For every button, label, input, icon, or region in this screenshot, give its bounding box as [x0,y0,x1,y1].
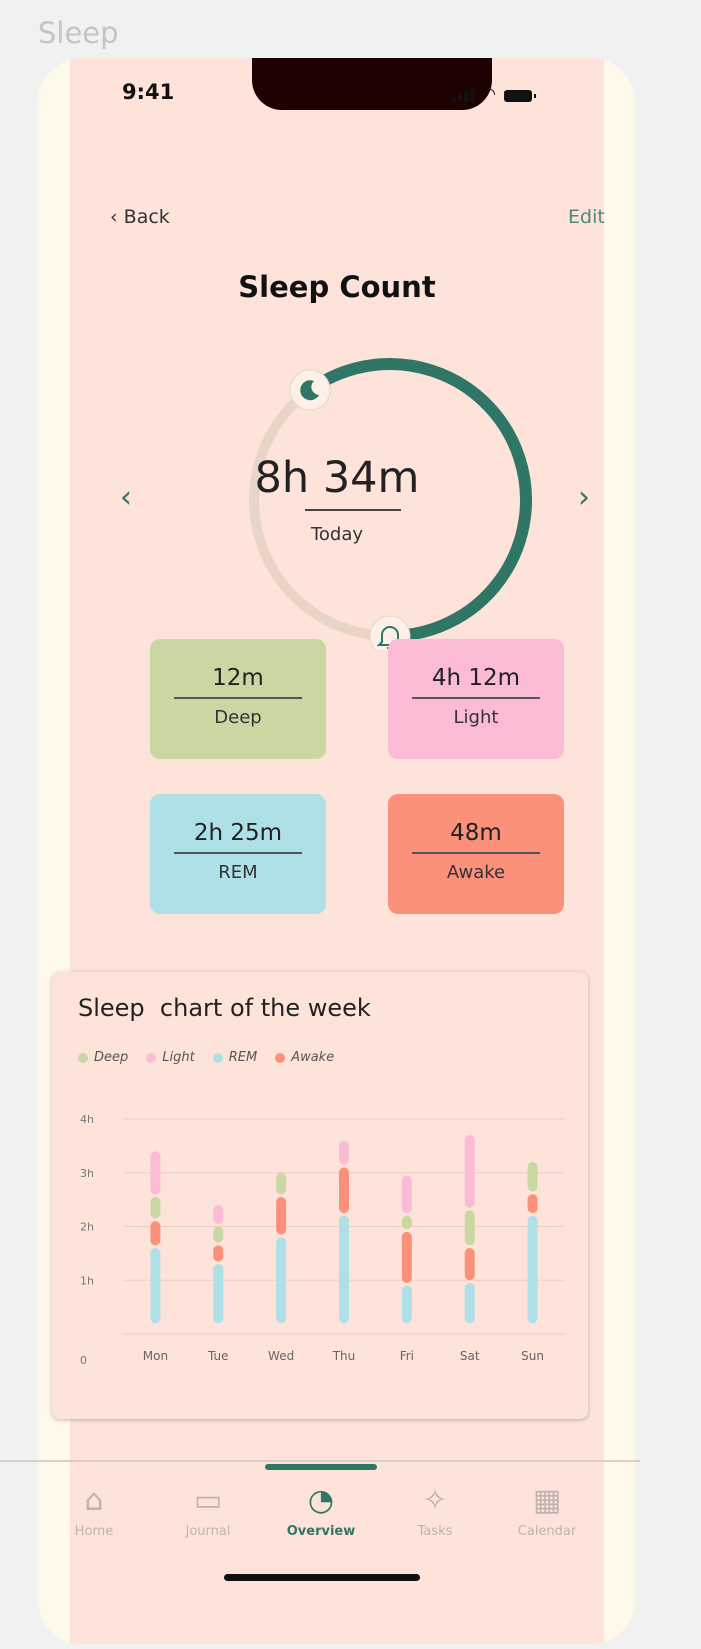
tab-bar-divider [0,1460,640,1462]
total-sleep-period: Today [310,524,364,545]
x-tick-label: Thu [332,1349,356,1363]
x-tick-label: Tue [207,1349,229,1363]
bar-segment-awake [150,1221,161,1246]
active-tab-indicator [265,1464,377,1470]
tab-journal[interactable]: ▭ Journal [158,1483,258,1540]
bar-segment-deep [464,1210,475,1246]
wifi-icon: ◠ [482,84,496,103]
y-tick-label: 1h [80,1274,94,1287]
status-icons: ◠ [452,84,536,103]
bar-segment-rem [464,1282,475,1324]
tab-calendar[interactable]: ▦ Calendar [497,1483,597,1540]
tab-label: Journal [185,1524,231,1539]
card-light-value: 4h 12m [431,665,521,691]
card-rem-label: REM [218,862,258,883]
card-rem-value: 2h 25m [193,820,283,846]
x-tick-label: Sat [460,1349,480,1363]
tab-label: Calendar [517,1524,577,1539]
card-light-label: Light [453,707,499,728]
y-tick-label: 3h [80,1167,94,1180]
bar-segment-deep [150,1196,161,1219]
card-divider [174,697,302,699]
bar-segment-light [150,1151,161,1195]
y-tick-label: 4h [80,1113,94,1126]
home-indicator [224,1574,420,1581]
bar-segment-awake [464,1248,475,1281]
bar-segment-rem [150,1248,161,1324]
x-tick-label: Wed [268,1349,294,1363]
bar-segment-awake [527,1194,538,1214]
weekly-sleep-chart: 0 1h 2h 3h 4h Mon Tue Wed Thu Fri Sat Sun [80,1113,564,1367]
bar-segment-deep [401,1215,412,1230]
back-button[interactable]: ‹ Back [110,206,170,228]
bar-segment-deep [213,1226,224,1243]
pie-chart-icon: ◔ [307,1483,335,1518]
card-awake[interactable]: 48m Awake [388,794,564,914]
journal-icon: ▭ [193,1483,223,1518]
card-awake-value: 48m [450,820,502,846]
card-divider [412,852,540,854]
edit-button[interactable]: Edit [568,206,605,228]
calendar-icon: ▦ [532,1483,562,1518]
y-tick-label: 0 [80,1354,87,1367]
total-sleep-value: 8h 34m [254,453,420,503]
total-sleep-divider [305,509,401,511]
back-label: Back [123,206,170,228]
tab-tasks[interactable]: ✧ Tasks [385,1483,485,1540]
tab-label: Tasks [417,1524,453,1539]
bar-segment-rem [527,1215,538,1324]
bar-segment-rem [401,1285,412,1324]
puzzle-icon: ✧ [422,1483,448,1518]
bar-segment-rem [339,1215,349,1324]
tab-label: Home [74,1524,114,1539]
bar-segment-rem [276,1237,287,1324]
tab-label: Overview [286,1524,356,1539]
card-deep[interactable]: 12m Deep [150,639,326,759]
x-tick-label: Fri [400,1349,414,1363]
battery-icon [504,90,536,102]
bar-segment-light [401,1175,412,1214]
weekly-chart-card: Sleep chart of the week Deep Light REM A… [52,972,588,1419]
x-tick-label: Sun [521,1349,544,1363]
bar-segment-awake [339,1167,349,1214]
bar-segment-light [213,1205,224,1224]
bar-segment-rem [213,1264,224,1324]
card-divider [174,852,302,854]
x-tick-label: Mon [143,1349,168,1363]
moon-icon[interactable] [289,369,331,411]
frame-label: Sleep [38,16,119,50]
bar-segment-awake [213,1245,224,1262]
bar-segment-awake [276,1196,287,1235]
tab-home[interactable]: ⌂ Home [44,1483,144,1540]
status-time: 9:41 [122,80,175,104]
y-tick-label: 2h [80,1221,94,1234]
page-title: Sleep Count [238,270,436,304]
bar-segment-light [339,1140,349,1165]
signal-icon [452,88,475,102]
card-awake-label: Awake [446,862,506,883]
bar-segment-light [464,1135,475,1208]
card-deep-label: Deep [214,707,262,728]
card-divider [412,697,540,699]
bar-segment-deep [276,1172,287,1195]
card-deep-value: 12m [212,665,264,691]
bar-segment-deep [527,1162,538,1192]
home-icon: ⌂ [84,1483,104,1518]
chevron-left-icon: ‹ [110,206,118,228]
bar-segment-awake [401,1231,412,1283]
card-rem[interactable]: 2h 25m REM [150,794,326,914]
tab-overview[interactable]: ◔ Overview [271,1483,371,1540]
notch [252,58,492,110]
card-light[interactable]: 4h 12m Light [388,639,564,759]
